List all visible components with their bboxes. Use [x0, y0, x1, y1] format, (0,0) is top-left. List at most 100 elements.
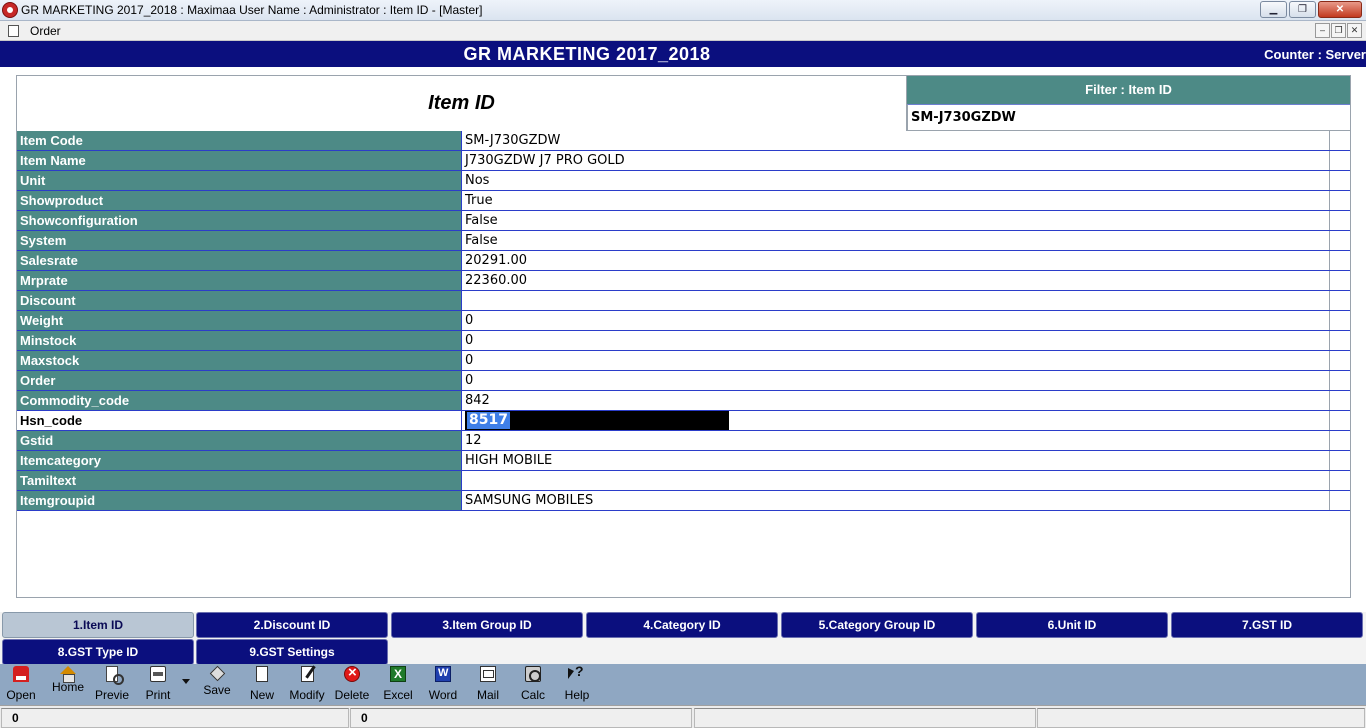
field-value[interactable]: 0	[462, 331, 1330, 350]
excel-button[interactable]: Excel	[382, 666, 414, 704]
home-icon	[60, 666, 76, 683]
mdi-restore-icon[interactable]: ❐	[1331, 23, 1346, 38]
minimize-icon[interactable]: ▁	[1260, 1, 1287, 18]
delete-button[interactable]: Delete	[334, 664, 370, 704]
tab-6[interactable]: 6.Unit ID	[976, 612, 1168, 638]
field-value[interactable]: 842	[462, 391, 1330, 410]
window-title: GR MARKETING 2017_2018 : Maximaa User Na…	[21, 3, 483, 17]
field-value[interactable]	[462, 471, 1330, 490]
toolbar-label: Calc	[520, 688, 545, 702]
toolbar-label: Help	[564, 688, 590, 702]
previe-button[interactable]: Previe	[94, 666, 130, 704]
tab-1[interactable]: 1.Item ID	[2, 612, 194, 638]
mdi-close-icon[interactable]: ✕	[1347, 23, 1362, 38]
field-row-hsn-code[interactable]: Hsn_code 8517	[17, 411, 1350, 431]
field-label: Tamiltext	[17, 471, 462, 490]
delete-icon	[344, 664, 360, 682]
modify-pencil-icon	[300, 666, 314, 682]
field-value[interactable]: 0	[462, 371, 1330, 390]
help-icon	[568, 663, 586, 682]
tab-8[interactable]: 8.GST Type ID	[2, 639, 194, 665]
field-value[interactable]: False	[462, 231, 1330, 250]
tab-3[interactable]: 3.Item Group ID	[391, 612, 583, 638]
mail-button[interactable]: Mail	[474, 666, 502, 704]
field-row-system[interactable]: System False	[17, 231, 1350, 251]
home-button[interactable]: Home	[50, 666, 86, 704]
panel-title: Item ID	[17, 76, 907, 131]
mdi-controls: – ❐ ✕	[1315, 23, 1362, 38]
field-row-gstid[interactable]: Gstid 12	[17, 431, 1350, 451]
printer-icon	[150, 666, 166, 682]
modify-button[interactable]: Modify	[286, 666, 328, 704]
toolbar-label: Save	[203, 683, 231, 697]
field-row-order[interactable]: Order 0	[17, 371, 1350, 391]
save-icon	[209, 665, 225, 682]
toolbar-label: Delete	[334, 688, 370, 702]
field-row-showproduct[interactable]: Showproduct True	[17, 191, 1350, 211]
field-value[interactable]: True	[462, 191, 1330, 210]
hsn-code-editor[interactable]: 8517	[465, 411, 729, 430]
field-row-itemcategory[interactable]: Itemcategory HIGH MOBILE	[17, 451, 1350, 471]
help-button[interactable]: Help	[562, 663, 592, 704]
new-button[interactable]: New	[248, 666, 276, 704]
field-row-item code[interactable]: Item Code SM-J730GZDW	[17, 131, 1350, 151]
mdi-minimize-icon[interactable]: –	[1315, 23, 1330, 38]
field-value[interactable]: SM-J730GZDW	[462, 131, 1330, 150]
tab-7[interactable]: 7.GST ID	[1171, 612, 1363, 638]
new-document-icon	[256, 666, 268, 682]
field-label: Showproduct	[17, 191, 462, 210]
field-value[interactable]: 0	[462, 351, 1330, 370]
field-label: Minstock	[17, 331, 462, 350]
field-value[interactable]: 20291.00	[462, 251, 1330, 270]
field-label: Mrprate	[17, 271, 462, 290]
tab-4[interactable]: 4.Category ID	[586, 612, 778, 638]
mail-icon	[480, 666, 496, 682]
field-value[interactable]: False	[462, 211, 1330, 230]
tab-9[interactable]: 9.GST Settings	[196, 639, 388, 665]
field-row-showconfiguration[interactable]: Showconfiguration False	[17, 211, 1350, 231]
menu-item-order[interactable]: Order	[30, 24, 61, 38]
field-value[interactable]: Nos	[462, 171, 1330, 190]
field-label: Itemgroupid	[17, 491, 462, 510]
print-button[interactable]: Print	[142, 666, 174, 704]
field-row-minstock[interactable]: Minstock 0	[17, 331, 1350, 351]
toolbar-label: Previe	[94, 688, 129, 702]
field-value[interactable]: 0	[462, 311, 1330, 330]
toolbar-label: Print	[145, 688, 171, 702]
field-row-discount[interactable]: Discount	[17, 291, 1350, 311]
item-master-panel: Item ID Filter : Item ID SM-J730GZDW Ite…	[16, 75, 1351, 598]
print-dropdown-arrow-icon[interactable]	[182, 679, 190, 684]
field-row-maxstock[interactable]: Maxstock 0	[17, 351, 1350, 371]
open-button[interactable]: Open	[4, 666, 38, 704]
field-row-tamiltext[interactable]: Tamiltext	[17, 471, 1350, 491]
field-row-salesrate[interactable]: Salesrate 20291.00	[17, 251, 1350, 271]
field-row-mrprate[interactable]: Mrprate 22360.00	[17, 271, 1350, 291]
restore-icon[interactable]: ❐	[1289, 1, 1316, 18]
field-grid: Item Code SM-J730GZDW Item Name J730GZDW J7…	[17, 131, 1350, 511]
save-button[interactable]: Save	[202, 665, 232, 704]
field-value[interactable]	[462, 291, 1330, 310]
word-button[interactable]: Word	[426, 666, 460, 704]
action-toolbar: Open Home Previe Print Save New Modify Delete Ex…	[0, 663, 1366, 705]
field-row-weight[interactable]: Weight 0	[17, 311, 1350, 331]
field-row-item name[interactable]: Item Name J730GZDW J7 PRO GOLD	[17, 151, 1350, 171]
field-value[interactable]: SAMSUNG MOBILES	[462, 491, 1330, 510]
calc-button[interactable]: Calc	[518, 666, 548, 704]
field-value[interactable]: HIGH MOBILE	[462, 451, 1330, 470]
field-value[interactable]: 22360.00	[462, 271, 1330, 290]
filter-value-field[interactable]: SM-J730GZDW	[907, 104, 1350, 131]
tab-5[interactable]: 5.Category Group ID	[781, 612, 973, 638]
field-row-itemgroupid[interactable]: Itemgroupid SAMSUNG MOBILES	[17, 491, 1350, 511]
excel-icon	[390, 666, 406, 682]
tab-2[interactable]: 2.Discount ID	[196, 612, 388, 638]
field-value[interactable]: 8517	[462, 411, 1330, 430]
field-value[interactable]: J730GZDW J7 PRO GOLD	[462, 151, 1330, 170]
master-tabs: 1.Item ID 2.Discount ID 3.Item Group ID 4.C…	[0, 612, 1366, 665]
preview-icon	[106, 666, 124, 685]
field-row-commodity-code[interactable]: Commodity_code 842	[17, 391, 1350, 411]
status-panel-2: 0	[350, 708, 692, 728]
field-value[interactable]: 12	[462, 431, 1330, 450]
close-icon[interactable]: ✕	[1318, 1, 1362, 18]
status-panel-3	[694, 708, 1036, 728]
field-row-unit[interactable]: Unit Nos	[17, 171, 1350, 191]
